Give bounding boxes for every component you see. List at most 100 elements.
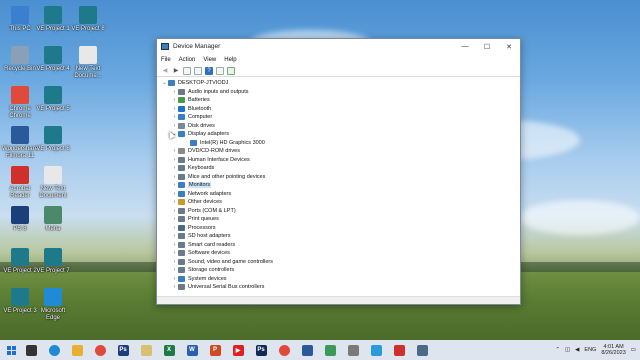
tree-item[interactable]: › Batteries: [161, 96, 520, 105]
tree-item[interactable]: › Monitors: [161, 181, 520, 190]
tree-item[interactable]: › System devices: [161, 275, 520, 284]
tree-root[interactable]: ⌄ DESKTOP-JTVIODJ: [161, 79, 520, 88]
tree-item[interactable]: › Bluetooth: [161, 105, 520, 114]
tree-item[interactable]: › Smart card readers: [161, 241, 520, 250]
desktop-icon[interactable]: Meha: [33, 206, 73, 233]
tree-item[interactable]: › Ports (COM & LPT): [161, 207, 520, 216]
taskbar-app-button[interactable]: [344, 343, 362, 357]
expand-arrow-icon[interactable]: ›: [171, 165, 178, 171]
start-button[interactable]: [0, 345, 22, 355]
tree-item[interactable]: › Network adapters: [161, 190, 520, 199]
tree-item[interactable]: › Computer: [161, 113, 520, 122]
tree-item[interactable]: › Universal Serial Bus controllers: [161, 283, 520, 292]
taskbar-app-button[interactable]: [137, 343, 155, 357]
close-button[interactable]: ✕: [498, 43, 520, 51]
help-icon[interactable]: ?: [205, 66, 213, 75]
expand-arrow-icon[interactable]: ›: [171, 89, 178, 95]
taskbar-app-button[interactable]: [298, 343, 316, 357]
tree-item[interactable]: Intel(R) HD Graphics 3000: [161, 139, 520, 148]
taskbar-app-button[interactable]: [321, 343, 339, 357]
network-icon[interactable]: ◫: [565, 347, 570, 353]
toolbar: ◀ ▶ ?: [157, 65, 520, 77]
desktop-icon[interactable]: VE Project 7: [33, 248, 73, 275]
language-indicator[interactable]: ENG: [584, 347, 596, 353]
desktop-icon[interactable]: New Text Document: [33, 166, 73, 200]
collapse-arrow-icon[interactable]: ⌄: [161, 80, 168, 86]
display-adapter-icon: [178, 131, 185, 138]
forward-arrow-icon[interactable]: ▶: [172, 67, 180, 75]
tree-item[interactable]: › Mice and other pointing devices: [161, 173, 520, 182]
show-hide-tree-icon[interactable]: [183, 66, 191, 75]
expand-arrow-icon[interactable]: ›: [171, 157, 178, 163]
desktop-icon[interactable]: VE Project 6: [33, 126, 73, 153]
maximize-button[interactable]: ☐: [476, 43, 498, 51]
taskbar-app-button[interactable]: X: [160, 343, 178, 357]
desktop-icon[interactable]: Microsoft Edge: [33, 288, 73, 322]
taskbar-app-button[interactable]: [68, 343, 86, 357]
expand-arrow-icon[interactable]: ›: [171, 225, 178, 231]
desktop-icon[interactable]: VE Project 1: [33, 6, 73, 33]
update-driver-icon[interactable]: [216, 66, 224, 75]
back-arrow-icon[interactable]: ◀: [161, 67, 169, 75]
menu-view[interactable]: View: [203, 57, 216, 63]
expand-arrow-icon[interactable]: ›: [171, 250, 178, 256]
menu-file[interactable]: File: [161, 57, 171, 63]
expand-arrow-icon[interactable]: ›: [171, 174, 178, 180]
expand-arrow-icon[interactable]: ›: [171, 284, 178, 290]
tree-item[interactable]: › SD host adapters: [161, 232, 520, 241]
desktop-icon[interactable]: VE Project 8: [68, 6, 108, 33]
taskbar-app-button[interactable]: P: [206, 343, 224, 357]
taskbar-app-button[interactable]: [91, 343, 109, 357]
desktop-icon[interactable]: VE Project 4: [33, 46, 73, 73]
expand-arrow-icon[interactable]: ›: [171, 242, 178, 248]
expand-arrow-icon[interactable]: ›: [171, 148, 178, 154]
expand-arrow-icon[interactable]: ›: [171, 259, 178, 265]
desktop-icon[interactable]: New Text Docume...: [68, 46, 108, 80]
taskbar-app-button[interactable]: W: [183, 343, 201, 357]
menu-help[interactable]: Help: [224, 57, 236, 63]
expand-arrow-icon[interactable]: ›: [171, 123, 178, 129]
clock[interactable]: 4:01 AM 8/26/2023: [601, 344, 625, 357]
expand-arrow-icon[interactable]: ›: [171, 216, 178, 222]
taskbar-app-button[interactable]: Ps: [252, 343, 270, 357]
title-bar[interactable]: Device Manager — ☐ ✕: [157, 39, 520, 54]
expand-arrow-icon[interactable]: ›: [171, 276, 178, 282]
expand-arrow-icon[interactable]: ›: [171, 97, 178, 103]
taskbar-app-button[interactable]: [390, 343, 408, 357]
taskbar-app-button[interactable]: [413, 343, 431, 357]
taskbar-app-button[interactable]: [45, 343, 63, 357]
expand-arrow-icon[interactable]: ›: [171, 191, 178, 197]
expand-arrow-icon[interactable]: ›: [171, 199, 178, 205]
tree-item[interactable]: › Keyboards: [161, 164, 520, 173]
minimize-button[interactable]: —: [454, 43, 476, 50]
taskbar-app-button[interactable]: Ps: [114, 343, 132, 357]
tree-item[interactable]: › Sound, video and game controllers: [161, 258, 520, 267]
tree-item[interactable]: ⌄ Display adapters: [161, 130, 520, 139]
chevron-up-icon[interactable]: ⌃: [555, 347, 560, 353]
tree-item[interactable]: › Other devices: [161, 198, 520, 207]
tree-item[interactable]: › Print queues: [161, 215, 520, 224]
tree-item[interactable]: › Human Interface Devices: [161, 156, 520, 165]
desktop-icon[interactable]: VE Project 5: [33, 86, 73, 113]
tree-item[interactable]: › Disk drives: [161, 122, 520, 131]
expand-arrow-icon[interactable]: ›: [171, 267, 178, 273]
expand-arrow-icon[interactable]: ›: [171, 114, 178, 120]
notification-icon[interactable]: ▭: [631, 347, 636, 353]
taskbar-app-button[interactable]: [367, 343, 385, 357]
expand-arrow-icon[interactable]: ›: [171, 208, 178, 214]
taskbar-app-button[interactable]: [22, 343, 40, 357]
expand-arrow-icon[interactable]: ›: [171, 182, 178, 188]
taskbar-app-button[interactable]: ▶: [229, 343, 247, 357]
properties-icon[interactable]: [194, 66, 202, 75]
tree-item[interactable]: › Storage controllers: [161, 266, 520, 275]
tree-item[interactable]: › Processors: [161, 224, 520, 233]
menu-action[interactable]: Action: [179, 57, 196, 63]
volume-icon[interactable]: ◀: [575, 347, 579, 353]
taskbar-app-button[interactable]: [275, 343, 293, 357]
tree-item[interactable]: › Audio inputs and outputs: [161, 88, 520, 97]
expand-arrow-icon[interactable]: ›: [171, 233, 178, 239]
expand-arrow-icon[interactable]: ›: [171, 106, 178, 112]
tree-item[interactable]: › DVD/CD-ROM drives: [161, 147, 520, 156]
tree-item[interactable]: › Software devices: [161, 249, 520, 258]
scan-hardware-icon[interactable]: [227, 66, 235, 75]
